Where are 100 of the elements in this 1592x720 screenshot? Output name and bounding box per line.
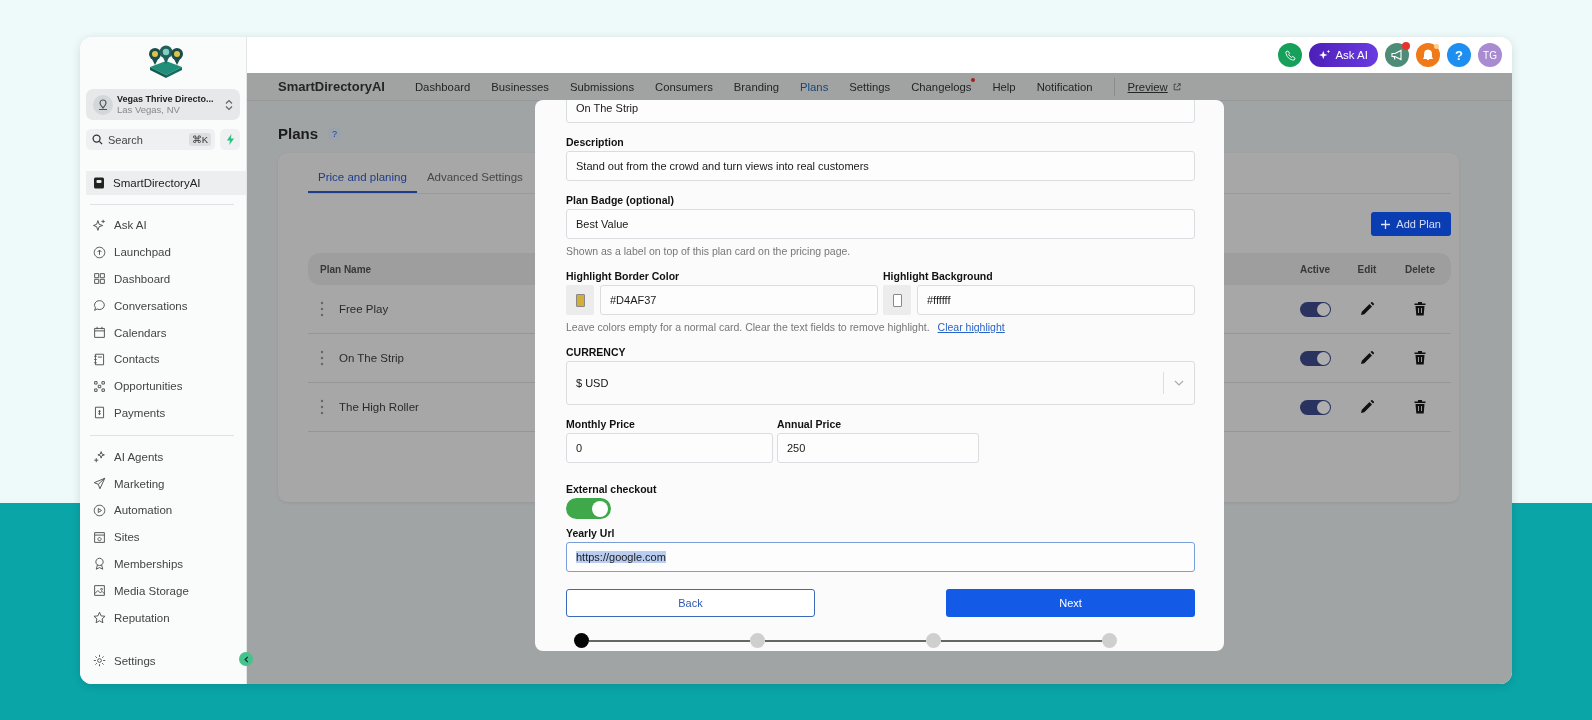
sidebar-item[interactable]: Launchpad (86, 238, 246, 266)
plus-icon (1381, 219, 1391, 229)
bell-icon (1422, 49, 1434, 61)
color-field[interactable]: #ffffff (917, 285, 1195, 315)
table-cell-text: The High Roller (338, 401, 420, 413)
sidebar-item[interactable]: Ask AI (86, 212, 246, 239)
nav-tab[interactable]: Businesses (491, 80, 549, 93)
sparkle-icon (93, 218, 106, 232)
field-label: Monthly Price (566, 418, 636, 430)
page-title: Plans (278, 125, 319, 142)
collapse-button[interactable] (239, 652, 253, 666)
sidebar-item[interactable]: Dashboard (86, 265, 246, 293)
pencil-icon[interactable] (1360, 400, 1374, 414)
sidebar-item[interactable]: Memberships (86, 550, 246, 578)
ask-ai-button[interactable]: Ask AI (1309, 43, 1378, 67)
column-header: Delete (1404, 263, 1436, 275)
help-badge[interactable]: ? (328, 127, 342, 140)
color-picker[interactable] (566, 285, 594, 315)
sidebar-item[interactable]: Conversations (86, 292, 246, 320)
tab[interactable]: Advanced Settings (416, 166, 533, 193)
settings-icon (93, 654, 106, 668)
sidebar-item[interactable]: SmartDirectoryAI (86, 171, 246, 195)
star-icon (93, 611, 106, 625)
badge-field[interactable]: Best Value (566, 209, 1195, 239)
active-toggle[interactable] (1299, 399, 1331, 415)
column-header: Plan Name (320, 263, 372, 275)
announcements-button[interactable] (1385, 43, 1409, 67)
field-label: CURRENCY (566, 346, 627, 358)
award-icon (93, 557, 106, 571)
location-city: Las Vegas, NV (117, 104, 181, 115)
field-label: Description (566, 136, 625, 148)
drag-handle-icon[interactable] (320, 350, 324, 366)
yearly-url-field[interactable]: https://google.com (566, 542, 1195, 572)
trash-icon[interactable] (1414, 351, 1426, 365)
monthly-price-field[interactable]: 0 (566, 433, 773, 463)
plan-name-field[interactable]: On The Strip (566, 100, 1195, 123)
step-dot[interactable] (750, 633, 765, 648)
trash-icon[interactable] (1414, 302, 1426, 316)
trash-icon[interactable] (1414, 400, 1426, 414)
nav-tab[interactable]: Changelogs (911, 80, 972, 93)
field-label: Highlight Border Color (566, 270, 681, 282)
sidebar-item[interactable]: Media Storage (86, 577, 246, 605)
external-checkout-toggle[interactable] (566, 498, 611, 519)
nav-tab[interactable]: Settings (849, 80, 891, 93)
drag-handle-icon[interactable] (320, 301, 324, 317)
nav-tab[interactable]: Help (992, 80, 1016, 93)
nav-tab[interactable]: Dashboard (414, 80, 471, 93)
nav-tab[interactable]: Submissions (570, 80, 635, 93)
color-picker[interactable] (883, 285, 911, 315)
sidebar-item[interactable]: Settings (86, 647, 232, 674)
active-toggle[interactable] (1299, 301, 1331, 317)
phone-button[interactable] (1278, 43, 1303, 67)
field-label: External checkout (566, 483, 658, 495)
drag-handle-icon[interactable] (320, 399, 324, 415)
quick-action-button[interactable] (220, 129, 240, 150)
back-button[interactable]: Back (566, 589, 815, 617)
sidebar-item[interactable]: Reputation (86, 604, 246, 631)
description-field[interactable]: Stand out from the crowd and turn views into real customers (566, 151, 1195, 181)
currency-select[interactable]: $ USD (566, 361, 1195, 405)
image-icon (93, 584, 106, 598)
grid-icon (93, 272, 106, 286)
step-dot[interactable] (574, 633, 589, 648)
field-label: Highlight Background (883, 270, 994, 282)
phone-icon (1284, 49, 1296, 61)
shortcut-key: ⌘K (188, 133, 211, 146)
field-label: Yearly Url (566, 527, 616, 539)
color-field[interactable]: #D4AF37 (600, 285, 878, 315)
chevron-left-icon (242, 655, 250, 663)
sidebar-item[interactable]: Contacts (86, 346, 246, 373)
search-field[interactable]: Search ⌘K (86, 129, 215, 150)
sidebar-item[interactable]: Automation (86, 496, 246, 524)
column-header: Edit (1356, 263, 1378, 275)
sidebar-item[interactable]: Sites (86, 523, 246, 551)
pencil-icon[interactable] (1360, 351, 1374, 365)
sidebar-item[interactable]: AI Agents (86, 443, 246, 471)
search-placeholder: Search (108, 133, 144, 146)
sidebar-item[interactable]: Opportunities (86, 372, 246, 400)
sidebar-item[interactable]: Payments (86, 399, 246, 427)
notifications-button[interactable] (1416, 43, 1440, 67)
clear-highlight-link[interactable]: Clear highlight (937, 321, 1005, 333)
location-switcher[interactable]: Vegas Thrive Directo... Las Vegas, NV (86, 89, 240, 120)
chevron-updown-icon (225, 98, 233, 111)
tab[interactable]: Price and planing (308, 166, 417, 193)
add-plan-button[interactable]: Add Plan (1371, 212, 1451, 236)
preview-link[interactable]: Preview (1127, 80, 1168, 93)
sidebar-item[interactable]: Calendars (86, 319, 246, 346)
nav-tab[interactable]: Notification (1036, 80, 1093, 93)
logo-drawing (146, 45, 186, 79)
step-dot[interactable] (1102, 633, 1117, 648)
step-dot[interactable] (926, 633, 941, 648)
sidebar-item[interactable]: Marketing (86, 470, 246, 497)
nav-tab[interactable]: Branding (733, 80, 780, 93)
active-toggle[interactable] (1299, 350, 1331, 366)
nav-tab[interactable]: Consumers (655, 80, 713, 93)
nav-tab[interactable]: Plans (800, 80, 829, 93)
next-button[interactable]: Next (946, 589, 1195, 617)
pencil-icon[interactable] (1360, 302, 1374, 316)
annual-price-field[interactable]: 250 (777, 433, 979, 463)
column-header: Active (1299, 263, 1331, 275)
lightning-icon (225, 134, 235, 145)
